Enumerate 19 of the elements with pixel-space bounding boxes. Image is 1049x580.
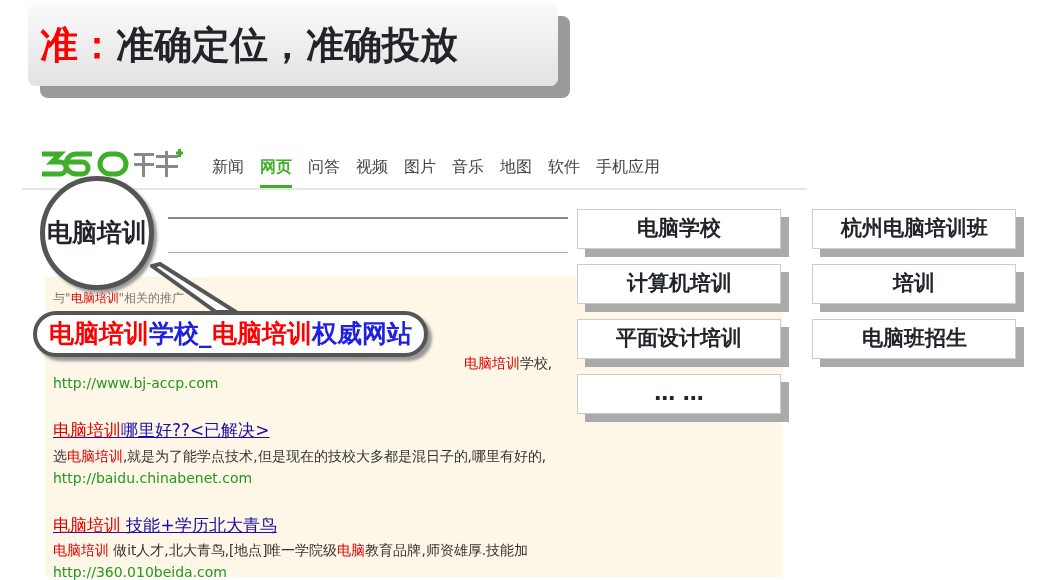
nav-tab[interactable]: 手机应用 xyxy=(596,149,660,188)
nav-tab[interactable]: 图片 xyxy=(404,149,436,188)
nav-tab[interactable]: 视频 xyxy=(356,149,388,188)
result-snippet: 电脑培训 做it人才,北大青鸟,[地点]唯一学院级电脑教育品牌,师资雄厚.技能加 xyxy=(53,542,529,559)
magnifier-callout: 电脑培训 xyxy=(40,176,154,290)
promo-label: 与"电脑培训"相关的推广 xyxy=(53,291,185,305)
result-url: http://360.010beida.com xyxy=(53,563,228,580)
result-snippet: 电脑培训学校, xyxy=(463,354,552,373)
search-field[interactable] xyxy=(168,217,568,253)
nav-tab[interactable]: 新闻 xyxy=(212,149,244,188)
result-snippet: 选电脑培训,就是为了能学点技术,但是现在的技校大多都是混日子的,哪里有好的, xyxy=(53,447,547,464)
result-url: http://www.bj-accp.com xyxy=(53,374,220,394)
slide-title: 准确定位，准确投放 xyxy=(116,21,458,69)
nav-tab[interactable]: 软件 xyxy=(548,149,580,188)
nav-tab[interactable]: 音乐 xyxy=(452,149,484,188)
nav-tab[interactable]: 问答 xyxy=(308,149,340,188)
nav-tab[interactable]: 地图 xyxy=(500,149,532,188)
slide-title-prefix: 准： xyxy=(40,21,116,69)
result-url: http://baidu.chinabenet.com xyxy=(53,468,254,488)
